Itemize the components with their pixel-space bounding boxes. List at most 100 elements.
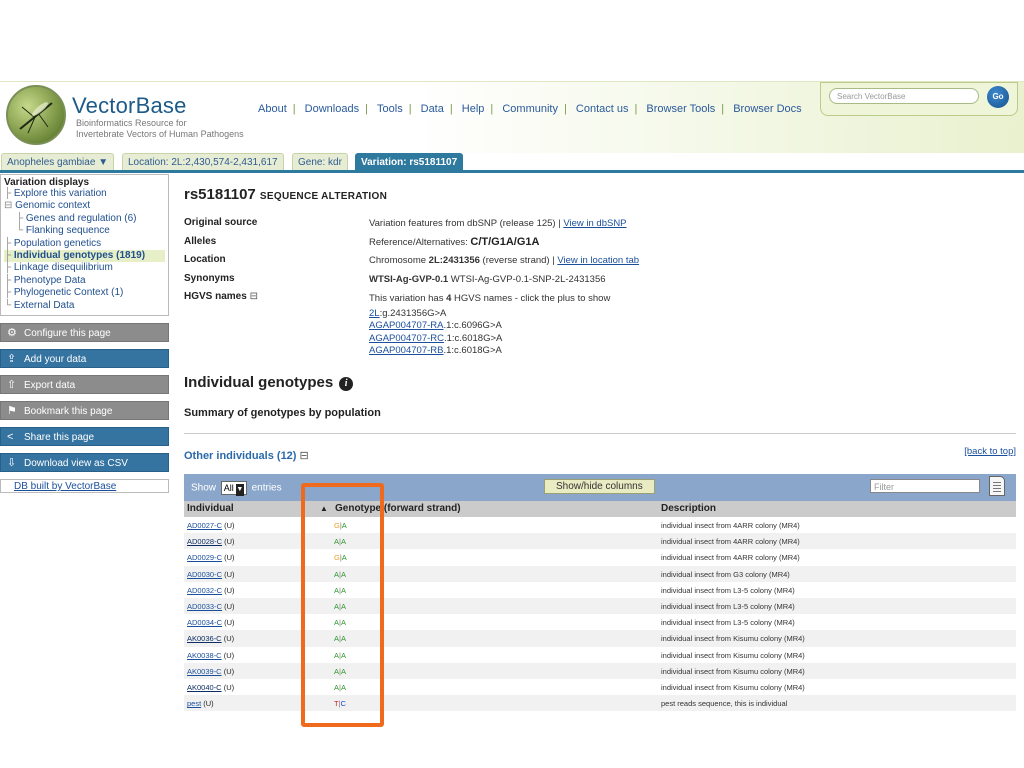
share-page-button[interactable]: < Share this page — [0, 427, 169, 447]
sample-tag: (U) — [222, 553, 235, 563]
add-data-button[interactable]: ⇪ Add your data — [0, 349, 169, 369]
individual-link[interactable]: AK0036-C — [187, 634, 222, 643]
sidebar-item-genomic-context[interactable]: ⊟ Genomic context — [4, 200, 165, 212]
description-cell: individual insect from 4ARR colony (MR4) — [661, 553, 800, 563]
nav-data[interactable]: Data — [415, 103, 450, 115]
description-cell: individual insect from L3-5 colony (MR4) — [661, 601, 795, 611]
individual-cell: AD0032-C (U) — [187, 586, 235, 595]
individual-link[interactable]: AK0040-C — [187, 683, 222, 692]
sidebar-item-population-genetics[interactable]: ├ Population genetics — [4, 238, 165, 250]
collapse-toggle-icon[interactable]: ⊟ — [300, 450, 309, 462]
tab-location[interactable]: Location: 2L:2,430,574-2,431,617 — [122, 153, 284, 171]
description-cell: individual insect from Kisumu colony (MR… — [661, 634, 805, 644]
top-navigation: About | Downloads | Tools | Data | Help | Com… — [252, 103, 808, 115]
sidebar-item-linkage[interactable]: ├ Linkage disequilibrium — [4, 262, 165, 274]
original-source-label: Original source — [184, 217, 258, 228]
gear-icon: ⚙ — [7, 327, 17, 340]
sample-tag: (U) — [201, 699, 214, 709]
individual-cell: AD0029-C (U) — [187, 553, 235, 562]
description-cell: individual insect from L3-5 colony (MR4) — [661, 585, 795, 595]
individual-link[interactable]: AD0033-C — [187, 602, 222, 611]
individual-cell: AD0030-C (U) — [187, 570, 235, 579]
hgvs-names-list: 2L:g.2431356G>A AGAP004707-RA.1:c.6096G>… — [369, 308, 502, 357]
vectorbase-logo[interactable] — [6, 85, 66, 145]
individual-link[interactable]: AK0039-C — [187, 667, 222, 676]
filter-input[interactable]: Filter — [870, 479, 980, 493]
sidebar-title: Variation displays — [4, 177, 90, 188]
individual-link[interactable]: AD0029-C — [187, 553, 222, 562]
hgvs-name: AGAP004707-RC.1:c.6018G>A — [369, 332, 503, 344]
original-source-value: Variation features from dbSNP (release 1… — [369, 218, 627, 229]
page-title: rs5181107 SEQUENCE ALTERATION — [184, 186, 388, 203]
tab-species[interactable]: Anopheles gambiae ▼ — [1, 153, 115, 171]
other-individuals-heading[interactable]: Other individuals (12) ⊟ — [184, 449, 309, 462]
brand-name[interactable]: VectorBase — [72, 93, 187, 119]
individual-cell: AD0033-C (U) — [187, 602, 235, 611]
upload-icon: ⇪ — [7, 353, 17, 366]
tab-gene[interactable]: Gene: kdr — [292, 153, 348, 171]
export-data-button[interactable]: ⇧ Export data — [0, 375, 169, 395]
nav-downloads[interactable]: Downloads — [299, 103, 365, 115]
sidebar-item-phylogenetic[interactable]: ├ Phylogenetic Context (1) — [4, 287, 165, 299]
collapse-toggle-icon[interactable]: ⊟ — [250, 291, 258, 302]
location-label: Location — [184, 254, 226, 265]
col-description[interactable]: Description — [661, 503, 716, 514]
alleles-value: Reference/Alternatives: C/T/G1A/G1A — [369, 236, 540, 248]
nav-about[interactable]: About — [252, 103, 293, 115]
individual-link[interactable]: AD0030-C — [187, 570, 222, 579]
sample-tag: (U) — [221, 682, 235, 692]
description-cell: individual insect from L3-5 colony (MR4) — [661, 618, 795, 628]
description-cell: individual insect from Kisumu colony (MR… — [661, 666, 805, 676]
back-to-top-link[interactable]: [back to top] — [964, 446, 1016, 457]
configure-page-button[interactable]: ⚙ Configure this page — [0, 323, 169, 343]
sidebar-item-individual-genotypes[interactable]: ├ Individual genotypes (1819) — [4, 250, 165, 263]
nav-browser-tools[interactable]: Browser Tools — [640, 103, 721, 115]
synonyms-value: WTSI-Ag-GVP-0.1 WTSI-Ag-GVP-0.1-SNP-2L-2… — [369, 274, 606, 285]
nav-contact-us[interactable]: Contact us — [570, 103, 635, 115]
info-icon[interactable]: i — [339, 377, 354, 391]
download-csv-button[interactable]: ⇩ Download view as CSV — [0, 453, 169, 473]
description-cell: individual insect from Kisumu colony (MR… — [661, 682, 805, 692]
sample-tag: (U) — [221, 634, 235, 644]
show-hide-columns-button[interactable]: Show/hide columns — [544, 479, 655, 494]
sidebar-item-flanking-sequence[interactable]: └ Flanking sequence — [4, 225, 165, 237]
hgvs-name: AGAP004707-RA.1:c.6096G>A — [369, 320, 502, 332]
sample-tag: (U) — [222, 569, 235, 579]
nav-help[interactable]: Help — [456, 103, 491, 115]
sample-tag: (U) — [221, 666, 235, 676]
sample-tag: (U) — [222, 601, 235, 611]
search-go-button[interactable]: Go — [987, 86, 1009, 108]
hgvs-name: 2L:g.2431356G>A — [369, 308, 447, 319]
sidebar-item-external-data[interactable]: └ External Data — [4, 300, 165, 312]
sidebar-item-genes-regulation[interactable]: ├ Genes and regulation (6) — [4, 213, 165, 225]
sidebar-item-explore[interactable]: ├ Explore this variation — [4, 188, 165, 200]
entries-select[interactable]: All ▼ — [220, 481, 247, 496]
search-panel: Search VectorBase Go — [820, 82, 1018, 116]
bookmark-page-button[interactable]: ⚑ Bookmark this page — [0, 401, 169, 421]
view-in-location-tab-link[interactable]: View in location tab — [557, 255, 639, 266]
individual-cell: AK0039-C (U) — [187, 667, 234, 676]
tab-underline — [0, 170, 1024, 173]
spreadsheet-export-icon[interactable] — [989, 476, 1005, 496]
individual-cell: AD0034-C (U) — [187, 618, 235, 627]
view-in-dbsnp-link[interactable]: View in dbSNP — [563, 218, 626, 229]
individual-link[interactable]: AD0032-C — [187, 586, 222, 595]
nav-tools[interactable]: Tools — [371, 103, 409, 115]
sidebar-item-phenotype[interactable]: ├ Phenotype Data — [4, 275, 165, 287]
individual-link[interactable]: pest — [187, 699, 201, 708]
individual-cell: AK0040-C (U) — [187, 683, 234, 692]
chevron-down-icon: ▼ — [98, 157, 109, 168]
individual-link[interactable]: AK0038-C — [187, 651, 222, 660]
download-icon: ⇩ — [7, 457, 17, 470]
col-individual[interactable]: Individual — [187, 503, 234, 514]
nav-browser-docs[interactable]: Browser Docs — [727, 103, 807, 115]
db-built-link[interactable]: DB built by VectorBase — [0, 479, 169, 494]
individual-link[interactable]: AD0027-C — [187, 521, 222, 530]
individual-link[interactable]: AD0034-C — [187, 618, 222, 627]
sample-tag: (U) — [222, 585, 235, 595]
nav-community[interactable]: Community — [496, 103, 564, 115]
individual-link[interactable]: AD0028-C — [187, 537, 222, 546]
sidebar: Variation displays ├ Explore this variat… — [0, 174, 171, 494]
search-input[interactable]: Search VectorBase — [829, 88, 979, 104]
tab-variation[interactable]: Variation: rs5181107 — [355, 153, 464, 171]
